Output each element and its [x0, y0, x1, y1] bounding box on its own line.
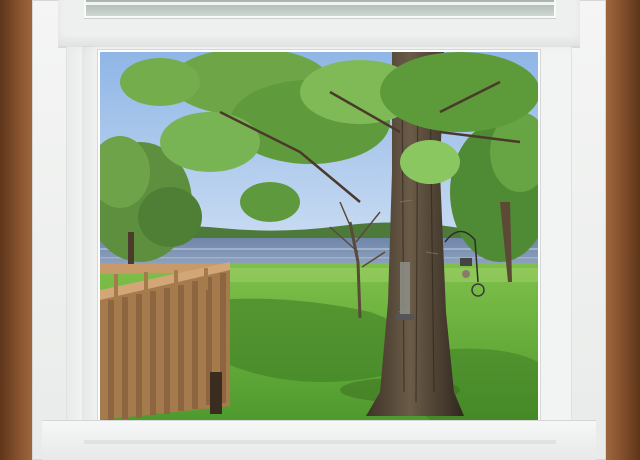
wood-wall-right [604, 0, 640, 460]
wood-wall-left [0, 0, 34, 460]
upper-glass-strip [84, 0, 556, 18]
window-glass-view [100, 52, 538, 420]
upper-glass-highlight [86, 2, 554, 5]
outdoor-view [100, 52, 538, 420]
window-scene [0, 0, 640, 460]
window-sill-lip [84, 440, 556, 444]
sash-shadow [82, 46, 100, 426]
